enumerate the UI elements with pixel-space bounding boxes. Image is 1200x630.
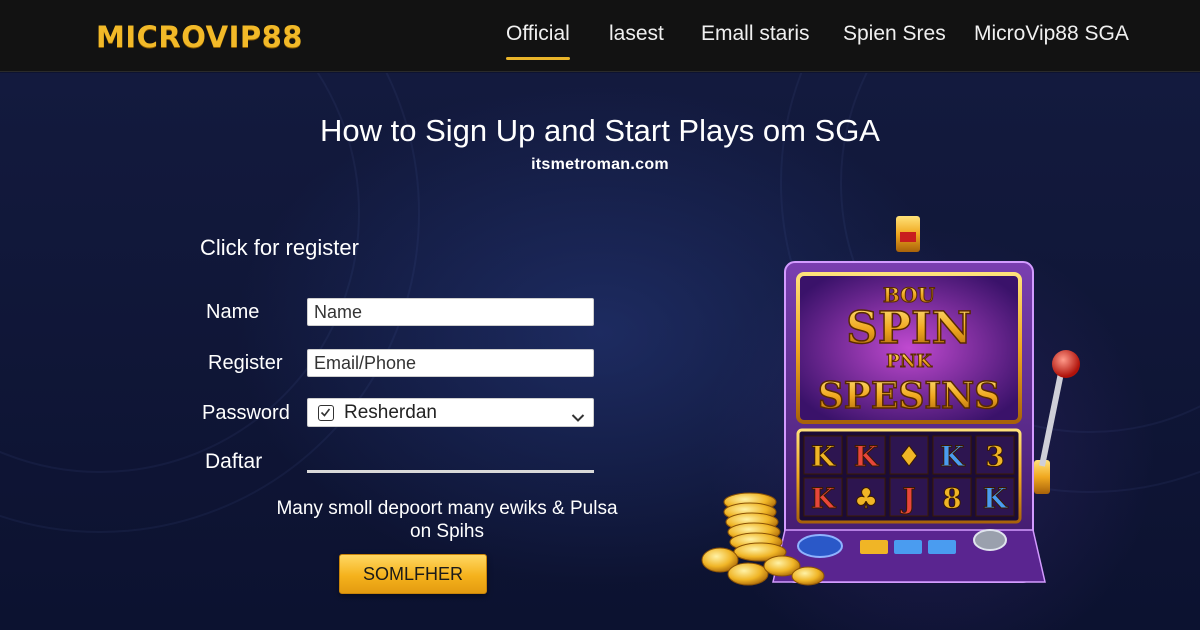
- password-select[interactable]: Resherdan: [307, 398, 594, 427]
- reel-symbol: ♦: [896, 440, 921, 473]
- nav-spien-sres[interactable]: Spien Sres: [843, 22, 946, 62]
- daftar-label: Daftar: [205, 450, 263, 473]
- reel-symbol: K: [940, 440, 966, 473]
- slot-sign-line-2: SPIN: [846, 303, 972, 354]
- checkbox-icon: [318, 405, 334, 421]
- top-navbar: MICROVIP88 Official lasest Emall staris …: [0, 0, 1200, 72]
- nav-microvip88-sga[interactable]: MicroVip88 SGA: [974, 22, 1129, 62]
- reel-symbol: K: [983, 482, 1009, 515]
- reel-symbol: 8: [942, 482, 961, 515]
- site-logo[interactable]: MICROVIP88: [96, 20, 303, 54]
- chevron-down-icon: [571, 407, 585, 429]
- promo-line-2: on Spihs: [410, 521, 484, 542]
- reel-symbol: 3: [985, 440, 1004, 473]
- reel-symbol: K: [811, 482, 837, 515]
- slot-sign-line-4: SPESINS: [818, 375, 1000, 417]
- page-title: How to Sign Up and Start Plays om SGA: [320, 113, 880, 148]
- register-label: Register: [208, 352, 283, 374]
- nav-lasest[interactable]: lasest: [609, 22, 664, 62]
- email-phone-input[interactable]: [307, 349, 594, 377]
- nav-official[interactable]: Official: [506, 22, 570, 62]
- reel-symbol: J: [899, 482, 915, 515]
- reel-symbol: K: [854, 440, 880, 473]
- reel-symbol: ♣: [853, 482, 878, 515]
- password-value: Resherdan: [344, 402, 437, 423]
- site-url[interactable]: itsmetroman.com: [0, 156, 1200, 174]
- promo-text: Many smoll depoort many ewiks & Pulsa on…: [260, 497, 634, 543]
- register-heading[interactable]: Click for register: [200, 235, 359, 261]
- name-label: Name: [206, 301, 260, 323]
- nav-emall-staris[interactable]: Emall staris: [701, 22, 810, 62]
- daftar-input[interactable]: [307, 470, 594, 473]
- promo-line-1: Many smoll depoort many ewiks & Pulsa: [276, 498, 618, 519]
- slot-sign-line-3: PNK: [886, 351, 933, 372]
- reel-symbol: K: [811, 440, 837, 473]
- slot-machine-illustration: BOU SPIN PNK SPESINS K K ♦ K 3 K ♣ J 8 K: [690, 210, 1110, 600]
- submit-button[interactable]: SOMLFHER: [339, 554, 487, 594]
- name-input[interactable]: [307, 298, 594, 326]
- password-label: Password: [202, 402, 290, 424]
